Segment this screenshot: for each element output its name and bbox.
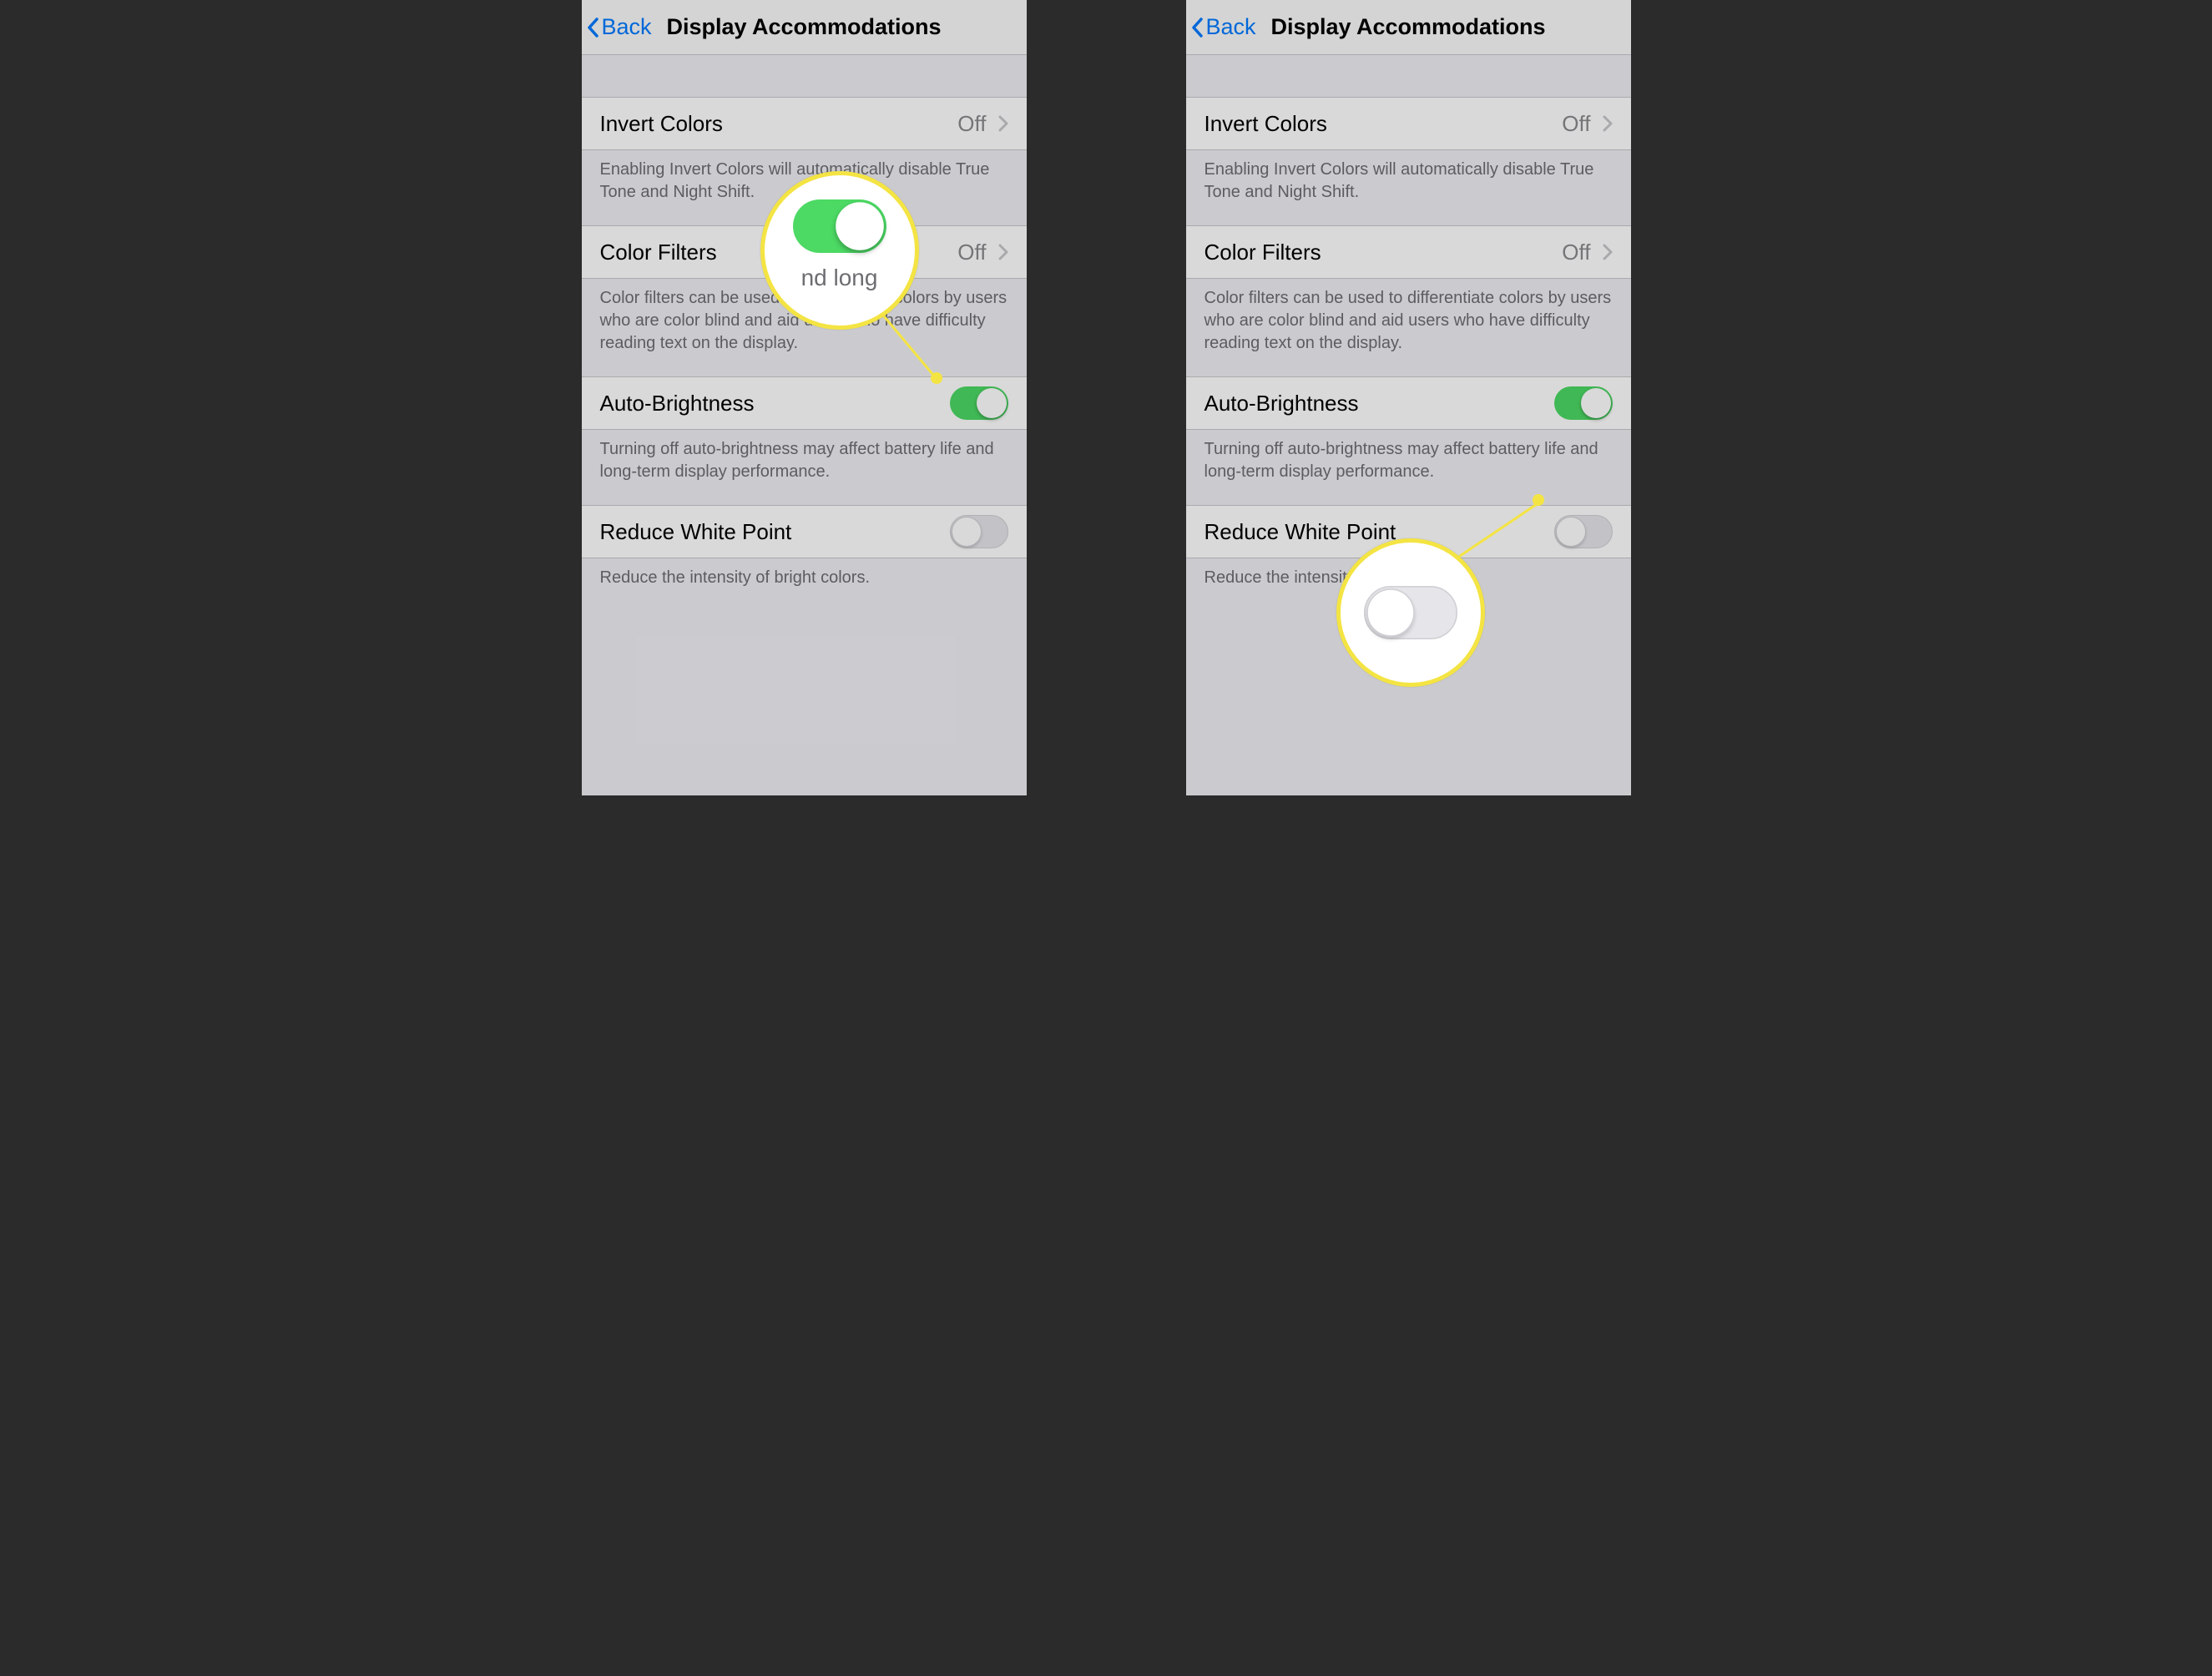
row-label: Color Filters [600, 240, 717, 265]
row-reduce-white-point: Reduce White Point [582, 505, 1027, 558]
callout-fragment-text: nd long [801, 265, 878, 291]
row-value: Off [1562, 111, 1590, 137]
row-label: Invert Colors [600, 111, 723, 137]
row-auto-brightness: Auto-Brightness [582, 376, 1027, 430]
auto-brightness-toggle[interactable] [1554, 386, 1613, 420]
row-footer-auto: Turning off auto-brightness may affect b… [1186, 430, 1631, 505]
back-label: Back [1206, 14, 1256, 40]
row-label: Invert Colors [1204, 111, 1327, 137]
chevron-left-icon [587, 18, 598, 38]
row-invert-colors[interactable]: Invert Colors Off [1186, 97, 1631, 150]
nav-bar: Back Display Accommodations [1186, 0, 1631, 55]
callout-reduce-white-point-off [1336, 538, 1485, 687]
callout-pointer-dot [931, 372, 942, 384]
chevron-right-icon [1603, 115, 1613, 132]
row-label: Color Filters [1204, 240, 1321, 265]
chevron-left-icon [1191, 18, 1203, 38]
screenshot-right: Back Display Accommodations Invert Color… [1186, 0, 1631, 795]
callout-auto-brightness-on: nd long [760, 171, 919, 330]
row-label: Reduce White Point [1204, 519, 1396, 545]
row-value: Off [957, 111, 986, 137]
chevron-right-icon [1603, 244, 1613, 260]
row-label: Auto-Brightness [600, 391, 755, 416]
callout-toggle-on-icon [793, 199, 886, 253]
back-button[interactable]: Back [1186, 14, 1256, 40]
chevron-right-icon [998, 244, 1008, 260]
row-auto-brightness: Auto-Brightness [1186, 376, 1631, 430]
row-label: Reduce White Point [600, 519, 792, 545]
row-footer-white: Reduce the intensity of bright colors. [582, 558, 1027, 611]
row-value: Off [1562, 240, 1590, 265]
row-invert-colors[interactable]: Invert Colors Off [582, 97, 1027, 150]
reduce-white-point-toggle[interactable] [950, 515, 1008, 548]
auto-brightness-toggle[interactable] [950, 386, 1008, 420]
back-button[interactable]: Back [582, 14, 652, 40]
row-value: Off [957, 240, 986, 265]
row-footer-invert: Enabling Invert Colors will automaticall… [1186, 150, 1631, 225]
row-color-filters[interactable]: Color Filters Off [1186, 225, 1631, 279]
chevron-right-icon [998, 115, 1008, 132]
row-footer-auto: Turning off auto-brightness may affect b… [582, 430, 1027, 505]
screenshot-left: Back Display Accommodations Invert Color… [582, 0, 1027, 795]
nav-bar: Back Display Accommodations [582, 0, 1027, 55]
callout-toggle-off-icon [1364, 586, 1457, 639]
row-footer-filters: Color filters can be used to differentia… [1186, 279, 1631, 376]
callout-pointer-dot [1533, 494, 1544, 506]
row-label: Auto-Brightness [1204, 391, 1359, 416]
back-label: Back [602, 14, 652, 40]
reduce-white-point-toggle[interactable] [1554, 515, 1613, 548]
